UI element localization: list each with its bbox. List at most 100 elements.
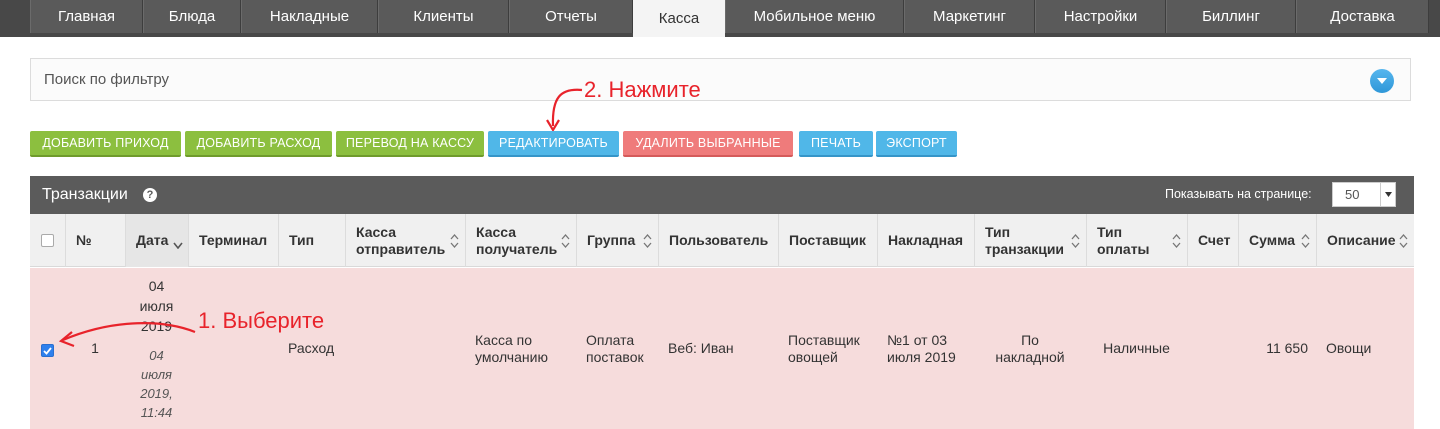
tab-reports[interactable]: Отчеты [509,0,633,33]
export-button[interactable]: ЭКСПОРТ [876,131,957,157]
transactions-panel-header: Транзакции ? Показывать на странице: 50 [30,176,1414,214]
cell-text: 11 650 [1266,340,1308,356]
tab-mobile-menu[interactable]: Мобильное меню [725,0,904,33]
cell-line: овощей [788,348,838,365]
top-nav: Главная Блюда Накладные Клиенты Отчеты К… [0,0,1440,37]
created-at-value: 04 июля 2019, 11:44 [140,346,173,422]
per-page-label: Показывать на странице: [1165,187,1312,201]
cell-account [1187,268,1238,429]
column-header-terminal[interactable]: Терминал [188,214,278,267]
cell-line: поставок [586,348,644,365]
column-header-description[interactable]: Описание [1316,214,1414,267]
sort-icon [450,233,459,248]
cell-line: Касса по [475,331,532,348]
chevron-down-icon [1377,78,1387,84]
tab-settings[interactable]: Настройки [1035,0,1166,33]
created-line: 11:44 [140,404,173,420]
print-button[interactable]: ПЕЧАТЬ [799,131,873,157]
table-header: № Дата Терминал Тип Касса отправитель Кас… [30,214,1414,267]
column-header-payment-type[interactable]: Тип оплаты [1086,214,1187,267]
cell-line: накладной [995,348,1065,365]
column-label: Накладная [888,232,964,248]
column-label: Тип [289,232,315,248]
column-label-line: получатель [476,240,558,257]
panel-title: Транзакции [42,186,128,203]
add-expense-button[interactable]: ДОБАВИТЬ РАСХОД [185,131,332,157]
cell-sum: 11 650 [1238,268,1316,429]
cell-line: Оплата [586,331,635,348]
column-header-receiver[interactable]: Касса получатель [465,214,576,267]
select-all-cell [30,214,65,267]
column-label: Касса отправитель [356,224,445,258]
table-row[interactable]: 1 04 июля 2019 04 июля 2019, 11:44 Расхо… [30,268,1414,429]
help-icon[interactable]: ? [143,188,157,202]
cell-line: июля 2019 [887,348,956,365]
cell-receiver: Касса по умолчанию [465,268,576,429]
column-header-num[interactable]: № [65,214,125,267]
cell-text: Веб: Иван [668,340,734,356]
tab-home[interactable]: Главная [30,0,143,33]
column-header-transaction-type[interactable]: Тип транзакции [974,214,1086,267]
cell-text: Касса по умолчанию [475,332,548,366]
tab-billing[interactable]: Биллинг [1166,0,1296,33]
annotation-step-2: 2. Нажмите [584,77,701,102]
sort-icon [1301,233,1310,248]
sort-icon [643,233,652,248]
column-label: Касса получатель [476,224,557,258]
column-header-type[interactable]: Тип [278,214,345,267]
transfer-to-cashbox-button[interactable]: ПЕРЕВОД НА КАССУ [336,131,484,157]
cell-line: По [1021,331,1039,348]
per-page-select[interactable]: 50 [1332,182,1396,207]
column-label: Группа [587,232,636,248]
column-label: Тип оплаты [1097,224,1150,258]
search-placeholder: Поиск по фильтру [44,71,170,88]
filter-dropdown-button[interactable] [1370,69,1394,93]
row-checkbox[interactable] [41,344,54,357]
cell-text: Расход [288,340,335,356]
annotation-arrow-down-icon [546,88,583,133]
edit-button[interactable]: РЕДАКТИРОВАТЬ [488,131,619,157]
checkmark-icon [43,346,52,355]
column-label: Сумма [1249,232,1296,248]
tab-invoices[interactable]: Накладные [241,0,378,33]
cell-text: Поставщик овощей [788,332,860,366]
cell-line: умолчанию [475,348,548,365]
column-header-date[interactable]: Дата [125,214,188,267]
tab-marketing[interactable]: Маркетинг [904,0,1035,33]
column-header-account[interactable]: Счет [1187,214,1238,267]
column-header-supplier[interactable]: Поставщик [778,214,877,267]
annotation-arrow-left-icon [58,322,196,348]
select-all-checkbox[interactable] [41,234,54,247]
column-label-line: Касса [476,223,517,240]
cell-line: Поставщик [788,331,860,348]
column-header-sender[interactable]: Касса отправитель [345,214,465,267]
cell-type: Расход [278,268,345,429]
cell-supplier: Поставщик овощей [778,268,877,429]
column-label: Терминал [199,232,268,248]
column-header-sum[interactable]: Сумма [1238,214,1316,267]
column-label: Счет [1198,232,1231,248]
column-label-line: оплаты [1097,240,1150,257]
delete-selected-button[interactable]: УДАЛИТЬ ВЫБРАННЫЕ [623,131,793,157]
cell-group: Оплата поставок [576,268,658,429]
cell-description: Овощи [1316,268,1414,429]
tab-dishes[interactable]: Блюда [143,0,241,33]
column-label-line: Тип [1097,223,1123,240]
created-line: июля [140,366,172,382]
tab-cashbox[interactable]: Касса [633,0,725,37]
column-label: Описание [1327,232,1396,248]
cell-text: №1 от 03 июля 2019 [887,332,956,366]
column-header-group[interactable]: Группа [576,214,658,267]
column-label-line: Касса [356,223,397,240]
tab-clients[interactable]: Клиенты [378,0,509,33]
per-page-value: 50 [1345,187,1360,202]
cell-invoice: №1 от 03 июля 2019 [877,268,974,429]
cell-payment-type: Наличные [1086,268,1187,429]
add-income-button[interactable]: ДОБАВИТЬ ПРИХОД [30,131,181,157]
column-header-invoice[interactable]: Накладная [877,214,974,267]
tab-delivery[interactable]: Доставка [1296,0,1429,33]
cell-text: Наличные [1103,340,1170,356]
column-label: Поставщик [789,232,866,248]
filter-search-bar[interactable]: Поиск по фильтру [30,58,1411,101]
column-header-user[interactable]: Пользователь [658,214,778,267]
